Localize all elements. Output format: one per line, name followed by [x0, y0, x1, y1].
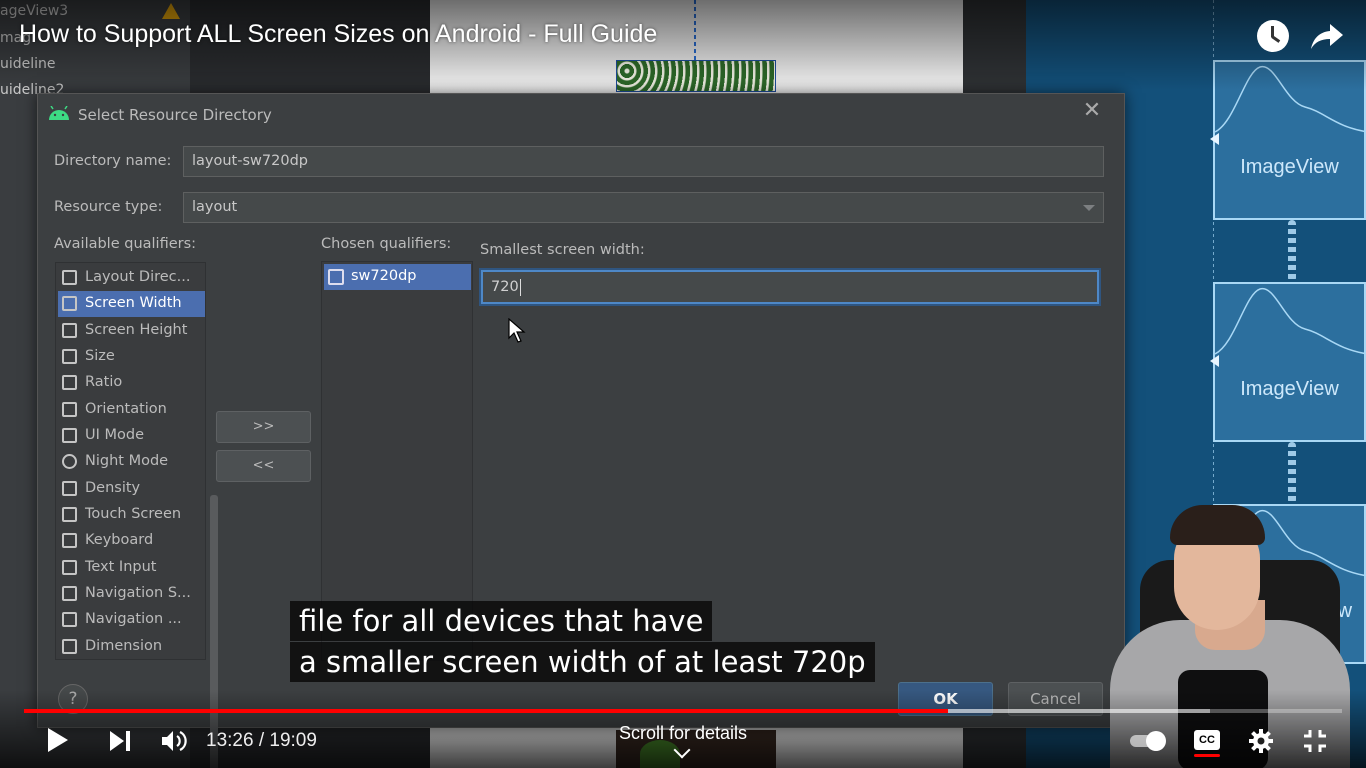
- list-item[interactable]: UI Mode: [58, 423, 205, 449]
- touch-screen-icon: [62, 507, 77, 522]
- resource-type-select[interactable]: layout: [183, 192, 1104, 223]
- input-value: 720: [491, 279, 519, 295]
- list-item-label: sw720dp: [351, 268, 417, 284]
- available-qualifiers-list[interactable]: Layout Direc... Screen Width Screen Heig…: [55, 262, 218, 768]
- list-item[interactable]: Touch Screen: [58, 502, 205, 528]
- resource-type-label: Resource type:: [54, 199, 163, 215]
- list-item-label: Touch Screen: [85, 506, 182, 522]
- list-item[interactable]: Dimension: [58, 634, 205, 660]
- ui-mode-icon: [62, 428, 77, 443]
- captions-icon[interactable]: CC: [1194, 730, 1220, 750]
- text-input-icon: [62, 560, 77, 575]
- list-item-selected[interactable]: sw720dp: [324, 264, 471, 290]
- list-item[interactable]: Screen Height: [58, 318, 205, 344]
- list-item[interactable]: Navigation S...: [58, 581, 205, 607]
- chain-link-icon: [1288, 220, 1296, 282]
- list-item-label: UI Mode: [85, 427, 145, 443]
- directory-name-label: Directory name:: [54, 153, 172, 169]
- list-item[interactable]: Night Mode: [58, 449, 205, 475]
- layout-direction-icon: [62, 270, 77, 285]
- android-icon: [49, 106, 69, 120]
- chosen-qualifiers-label: Chosen qualifiers:: [321, 236, 452, 252]
- chevron-down-icon[interactable]: [673, 741, 691, 759]
- screen-width-icon: [328, 269, 344, 285]
- list-item[interactable]: Orientation: [58, 397, 205, 423]
- list-item-selected[interactable]: Screen Width: [58, 291, 205, 317]
- available-qualifiers-label: Available qualifiers:: [54, 236, 197, 252]
- chain-link-icon: [1288, 442, 1296, 504]
- list-item-label: Layout Direc...: [85, 269, 191, 285]
- watch-later-icon[interactable]: [1257, 20, 1289, 52]
- imageview-label: ImageView: [1240, 378, 1339, 400]
- list-item-label: Navigation ...: [85, 611, 182, 627]
- exit-fullscreen-icon[interactable]: [1302, 728, 1328, 754]
- mouse-pointer-icon: [508, 318, 526, 343]
- player-controls: 13:26 / 19:09 Scroll for details CC: [0, 690, 1366, 768]
- list-item-label: Night Mode: [85, 453, 169, 469]
- caption-line: a smaller screen width of at least 720p: [290, 642, 875, 682]
- list-item-label: Screen Height: [85, 322, 188, 338]
- chevron-down-icon: [1083, 205, 1095, 211]
- captions-active-indicator: [1194, 754, 1220, 757]
- add-qualifier-button[interactable]: >>: [216, 411, 311, 443]
- presenter-hair: [1170, 505, 1265, 545]
- autoplay-toggle-icon[interactable]: [1130, 731, 1166, 751]
- close-icon[interactable]: ✕: [1081, 100, 1103, 122]
- smallest-screen-width-input[interactable]: 720: [481, 270, 1099, 304]
- dialog-title: Select Resource Directory: [78, 106, 272, 124]
- list-item-label: Dimension: [85, 638, 163, 654]
- share-icon[interactable]: [1310, 20, 1344, 52]
- list-item-label: Orientation: [85, 401, 167, 417]
- list-item-label: Screen Width: [85, 295, 182, 311]
- list-item[interactable]: Density: [58, 476, 205, 502]
- directory-name-field[interactable]: layout-sw720dp: [183, 146, 1104, 177]
- constraint-arrow-icon: [1210, 355, 1219, 367]
- resource-type-value: layout: [192, 199, 238, 215]
- list-item-label: Size: [85, 348, 115, 364]
- caption-line: file for all devices that have: [290, 601, 713, 641]
- dimension-icon: [62, 639, 77, 654]
- list-item[interactable]: Navigation ...: [58, 607, 205, 633]
- text-caret: [519, 278, 521, 296]
- screen-height-icon: [62, 323, 77, 338]
- list-item-label: Keyboard: [85, 532, 154, 548]
- screen-width-icon: [62, 296, 77, 311]
- orientation-icon: [62, 402, 77, 417]
- smallest-screen-width-label: Smallest screen width:: [480, 242, 645, 258]
- ratio-icon: [62, 375, 77, 390]
- list-item-label: Ratio: [85, 374, 123, 390]
- size-icon: [62, 349, 77, 364]
- video-title[interactable]: How to Support ALL Screen Sizes on Andro…: [19, 20, 657, 49]
- progress-played: [24, 709, 948, 713]
- keyboard-icon: [62, 533, 77, 548]
- player-top-bar: How to Support ALL Screen Sizes on Andro…: [0, 0, 1366, 90]
- list-item-label: Density: [85, 480, 141, 496]
- imageview-label: ImageView: [1240, 156, 1339, 178]
- toggle-knob: [1146, 731, 1166, 751]
- navigation-method-icon: [62, 612, 77, 627]
- list-item-label: Text Input: [85, 559, 157, 575]
- night-mode-icon: [62, 454, 77, 469]
- list-item[interactable]: Layout Direc...: [58, 265, 205, 291]
- remove-qualifier-button[interactable]: <<: [216, 450, 311, 482]
- navigation-state-icon: [62, 586, 77, 601]
- settings-gear-icon[interactable]: [1248, 728, 1274, 754]
- list-item[interactable]: Text Input: [58, 555, 205, 581]
- blueprint-imageview: ImageView: [1213, 282, 1366, 442]
- progress-bar[interactable]: [24, 709, 1342, 713]
- constraint-arrow-icon: [1210, 133, 1219, 145]
- list-item[interactable]: Size: [58, 344, 205, 370]
- density-icon: [62, 481, 77, 496]
- list-item[interactable]: Keyboard: [58, 528, 205, 554]
- list-item[interactable]: Ratio: [58, 370, 205, 396]
- list-item-label: Navigation S...: [85, 585, 191, 601]
